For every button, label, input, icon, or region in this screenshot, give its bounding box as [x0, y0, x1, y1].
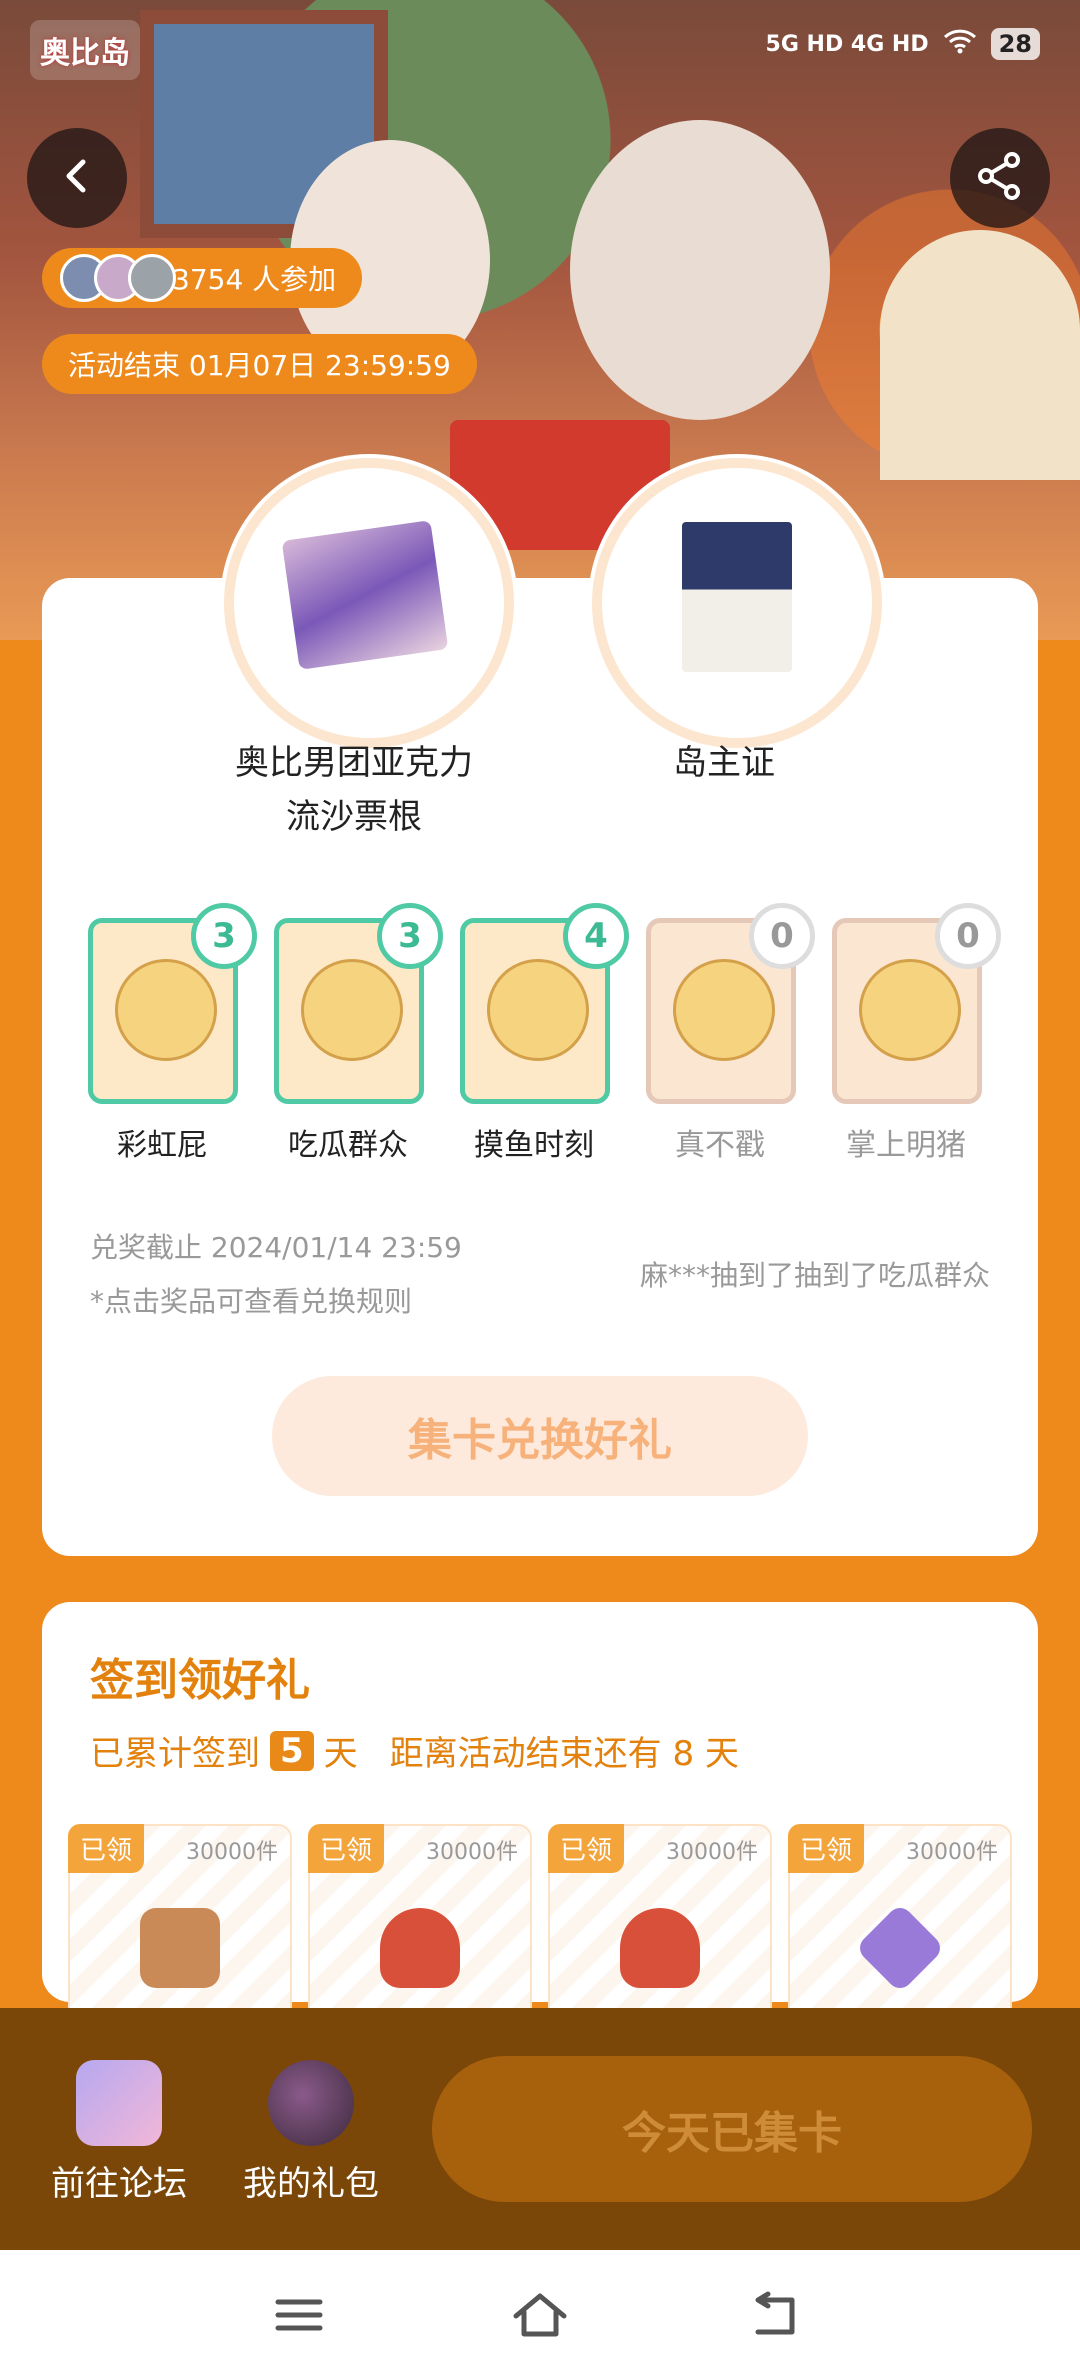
reward-count: 30000件 — [906, 1840, 998, 1865]
card-count-badge: 0 — [749, 903, 815, 969]
signin-unit: 天 — [323, 1734, 358, 1774]
share-icon — [972, 148, 1028, 208]
wifi-icon — [943, 28, 977, 60]
signin-progress: 已累计签到 5 天 距离活动结束还有 8 天 — [90, 1726, 739, 1775]
claimed-tag: 已领 — [308, 1824, 385, 1873]
card-label: 摸鱼时刻 — [474, 1128, 594, 1163]
signin-prefix: 已累计签到 — [90, 1734, 260, 1774]
chevron-left-icon — [57, 156, 97, 200]
battery-indicator: 28 — [990, 28, 1040, 60]
potion-bottle-icon — [380, 1908, 460, 1988]
prize-name-line: 奥比男团亚克力 — [235, 743, 473, 783]
card-frame: 3 — [88, 903, 257, 1104]
claimed-tag: 已领 — [68, 1824, 145, 1873]
redeem-deadline: 兑奖截止 2024/01/14 23:59 — [90, 1231, 462, 1264]
hamster-pig-icon — [859, 959, 961, 1061]
card-count-badge: 4 — [563, 903, 629, 969]
redeem-hint: *点击奖品可查看兑换规则 — [90, 1285, 413, 1318]
prize-ticket[interactable] — [224, 458, 514, 748]
card-frame: 4 — [460, 903, 629, 1104]
network-indicator: 5G HD 4G HD — [765, 31, 929, 57]
claimed-tag: 已领 — [788, 1824, 865, 1873]
prize-island-cert[interactable] — [592, 458, 882, 748]
gift-pack-icon — [268, 2060, 354, 2146]
card-label: 真不戳 — [675, 1128, 765, 1163]
collect-card[interactable]: 0 真不戳 — [646, 903, 815, 1164]
signin-days: 5 — [270, 1730, 314, 1771]
my-gifts-button[interactable]: 我的礼包 — [236, 2060, 386, 2205]
hamster-watermelon-icon — [301, 959, 403, 1061]
ticket-image — [281, 520, 449, 670]
app-logo: 奥比岛 — [30, 20, 140, 80]
card-label: 彩虹屁 — [117, 1128, 207, 1163]
exchange-button[interactable]: 集卡兑换好礼 — [272, 1376, 808, 1496]
reward-count: 30000件 — [426, 1840, 518, 1865]
collect-card[interactable]: 3 吃瓜群众 — [274, 903, 443, 1164]
treasure-chest-icon — [140, 1908, 220, 1988]
card-frame: 0 — [646, 903, 815, 1104]
hamster-rainbow-icon — [115, 959, 217, 1061]
card-count-badge: 0 — [935, 903, 1001, 969]
collect-card[interactable]: 4 摸鱼时刻 — [460, 903, 629, 1164]
reward-item[interactable]: 已领 30000件 — [68, 1824, 292, 2028]
home-icon[interactable] — [512, 2290, 567, 2340]
activity-end-badge: 活动结束 01月07日 23:59:59 — [42, 334, 477, 394]
back-button[interactable] — [27, 128, 127, 228]
card-label: 吃瓜群众 — [288, 1128, 408, 1163]
potion-bottle-icon — [620, 1908, 700, 1988]
my-gifts-label: 我的礼包 — [243, 2164, 379, 2204]
forum-button[interactable]: 前往论坛 — [44, 2060, 194, 2205]
signin-remaining: 距离活动结束还有 8 天 — [389, 1734, 739, 1774]
status-bar: 5G HD 4G HD 28 — [766, 28, 1040, 60]
signin-panel: 签到领好礼 已累计签到 5 天 距离活动结束还有 8 天 已领 30000件 已… — [42, 1602, 1038, 2028]
forum-icon — [76, 2060, 162, 2146]
claimed-tag: 已领 — [548, 1824, 625, 1873]
hamster-fish-icon — [487, 959, 589, 1061]
card-frame: 3 — [274, 903, 443, 1104]
prize-name-line: 流沙票根 — [286, 797, 422, 837]
card-label: 掌上明猪 — [846, 1128, 966, 1163]
paw-sign-icon — [854, 1902, 946, 1994]
draw-ticker: 麻***抽到了抽到了吃瓜群众 — [639, 1259, 990, 1292]
reward-item[interactable]: 已领 30000件 — [548, 1824, 772, 2028]
collect-card[interactable]: 3 彩虹屁 — [88, 903, 257, 1164]
menu-icon[interactable] — [274, 2290, 324, 2340]
forum-label: 前往论坛 — [51, 2164, 187, 2204]
collect-card-panel: 奥比男团亚克力 流沙票根 岛主证 3 彩虹屁 3 吃瓜群众 4 摸鱼时刻 0 真… — [42, 458, 1038, 1556]
island-cert-image — [682, 522, 792, 672]
participants-count: 3754 人参加 — [172, 263, 337, 296]
reward-item[interactable]: 已领 30000件 — [308, 1824, 532, 2028]
system-nav-bar — [0, 2250, 1080, 2376]
collect-card[interactable]: 0 掌上明猪 — [832, 903, 1001, 1164]
reward-item[interactable]: 已领 30000件 — [788, 1824, 1012, 2028]
participants-badge: 3754 人参加 — [42, 248, 363, 308]
collect-today-button[interactable]: 今天已集卡 — [432, 2056, 1032, 2202]
reward-count: 30000件 — [186, 1840, 278, 1865]
back-nav-icon[interactable] — [752, 2290, 802, 2340]
share-button[interactable] — [950, 128, 1050, 228]
character-right — [570, 120, 830, 420]
card-count-badge: 3 — [377, 903, 443, 969]
reward-count: 30000件 — [666, 1840, 758, 1865]
card-frame: 0 — [832, 903, 1001, 1104]
hero-banner — [0, 0, 1080, 640]
signin-title: 签到领好礼 — [90, 1655, 310, 1706]
bottom-action-bar: 前往论坛 我的礼包 今天已集卡 — [0, 2008, 1080, 2250]
prize-name-ticket: 奥比男团亚克力 流沙票根 — [174, 736, 534, 844]
card-count-badge: 3 — [191, 903, 257, 969]
hamster-thumbs-up-icon — [673, 959, 775, 1061]
fireplace-illustration — [880, 230, 1080, 480]
participant-avatars — [60, 254, 176, 302]
prize-name-cert: 岛主证 — [673, 743, 775, 783]
